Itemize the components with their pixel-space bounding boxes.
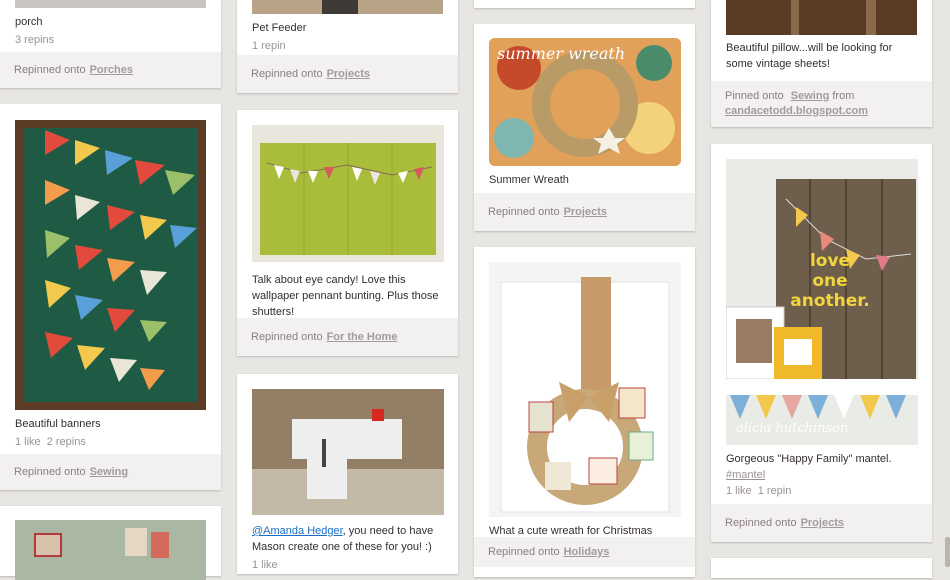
pin-action-text: Pinned onto xyxy=(725,90,784,102)
pin-action-text: Repinned onto xyxy=(725,517,797,529)
pin-pet-feeder[interactable]: Pet Feeder 1 repin Repinned onto Project… xyxy=(237,0,458,93)
board-link[interactable]: Sewing xyxy=(90,466,129,478)
pin-pillow-image[interactable] xyxy=(726,0,917,35)
repin-count: 3 repins xyxy=(15,34,55,46)
pin-action-text: Repinned onto xyxy=(488,546,560,558)
pin-banners[interactable]: Beautiful banners 1 like 2 repins Repinne… xyxy=(0,104,221,490)
board-link[interactable]: Porches xyxy=(90,64,133,76)
pin-footer: Repinned onto Projects xyxy=(237,55,458,93)
board-link[interactable]: Projects xyxy=(564,206,607,218)
pin-lego-image[interactable] xyxy=(252,389,444,515)
pin-banners-image[interactable] xyxy=(15,120,206,410)
board-link[interactable]: Sewing xyxy=(791,90,830,102)
pin-summer-wreath-image[interactable]: summer wreath xyxy=(489,38,681,166)
pin-action-text: Repinned onto xyxy=(14,466,86,478)
pin-description: Gorgeous "Happy Family" mantel. xyxy=(726,453,892,465)
pin-pet-feeder-image[interactable] xyxy=(252,0,443,14)
pin-footer: Repinned onto Projects xyxy=(474,193,695,231)
scrollbar-thumb[interactable] xyxy=(945,537,950,567)
pin-footer: Repinned onto Projects xyxy=(711,504,932,542)
source-link[interactable]: candacetodd.blogspot.com xyxy=(725,105,868,117)
pin-footer: Pinned onto Sewing from candacetodd.blog… xyxy=(711,81,932,127)
pin-action-text: Repinned onto xyxy=(488,206,560,218)
like-count: 1 like xyxy=(726,485,752,497)
pin-pillow[interactable]: Beautiful pillow...will be looking for s… xyxy=(711,0,932,127)
pin-mantel[interactable]: love one another. alicia hutchinson Gorg… xyxy=(711,144,932,542)
pin-summer-wreath-top[interactable] xyxy=(474,0,695,8)
pin-mantel-image[interactable]: love one another. alicia hutchinson xyxy=(726,159,918,445)
summer-wreath-overlay-text: summer wreath xyxy=(497,44,626,63)
scrollbar[interactable] xyxy=(945,0,950,567)
pin-shutters[interactable]: Talk about eye candy! Love this wallpape… xyxy=(237,110,458,356)
pin-action-text: Repinned onto xyxy=(14,64,86,76)
board-link[interactable]: Projects xyxy=(327,68,370,80)
pin-shutters-image[interactable] xyxy=(252,125,444,262)
pin-description: Beautiful pillow...will be looking for s… xyxy=(726,42,893,70)
repin-count: 1 repin xyxy=(252,40,286,52)
pin-action-text: Repinned onto xyxy=(251,331,323,343)
pin-lego[interactable]: @Amanda Hedger, you need to have Mason c… xyxy=(237,374,458,574)
pin-room-image[interactable] xyxy=(15,520,206,580)
mention-link[interactable]: @Amanda Hedger xyxy=(252,525,343,537)
pin-action-text: Repinned onto xyxy=(251,68,323,80)
pin-porch-image[interactable] xyxy=(15,0,206,8)
pin-description: Pet Feeder xyxy=(252,22,307,34)
board-link[interactable]: Holidays xyxy=(564,546,610,558)
sign-line-3: another. xyxy=(790,291,870,311)
pin-next[interactable] xyxy=(711,558,932,578)
pin-description: Beautiful banners xyxy=(15,418,101,430)
pin-description: Summer Wreath xyxy=(489,174,569,186)
pin-stats: 1 like xyxy=(252,558,444,572)
pin-footer: Repinned onto Holidays xyxy=(474,537,695,567)
sign-text: love one another. xyxy=(790,251,870,311)
source-from-text: from xyxy=(832,90,855,102)
board-link[interactable]: Projects xyxy=(801,517,844,529)
lego-photo xyxy=(252,389,444,515)
pin-footer: Repinned onto Porches xyxy=(0,52,221,88)
sign-line-2: one xyxy=(812,271,848,291)
pin-christmas-wreath[interactable]: What a cute wreath for Christmas Repinne… xyxy=(474,247,695,577)
hashtag-link[interactable]: #mantel xyxy=(726,469,892,481)
pin-porch[interactable]: porch 3 repins Repinned onto Porches xyxy=(0,0,221,88)
pin-footer: Repinned onto For the Home xyxy=(237,318,458,356)
pin-summer-wreath[interactable]: summer wreath Summer Wreath Repinned ont… xyxy=(474,24,695,231)
photo-watermark: alicia hutchinson xyxy=(736,421,849,436)
repin-count: 2 repins xyxy=(46,436,86,448)
room-photo xyxy=(15,520,206,580)
pin-stats: 1 like 2 repins xyxy=(15,435,101,449)
like-count: 1 like xyxy=(15,436,41,448)
repin-count: 1 repin xyxy=(757,485,792,497)
board-link[interactable]: For the Home xyxy=(327,331,398,343)
pin-stats: 1 like 1 repin xyxy=(726,484,892,498)
pin-description: Talk about eye candy! Love this wallpape… xyxy=(252,274,439,318)
pin-stats: 1 repin xyxy=(252,39,306,53)
shutters-photo xyxy=(252,125,444,262)
pin-footer: Repinned onto Sewing xyxy=(0,454,221,490)
pin-description: @Amanda Hedger, you need to have Mason c… xyxy=(252,523,444,555)
pin-room[interactable] xyxy=(0,506,221,580)
pin-christmas-wreath-image[interactable] xyxy=(489,262,681,517)
like-count: 1 like xyxy=(252,559,278,571)
sign-line-1: love xyxy=(809,251,851,271)
banners-photo xyxy=(23,128,198,402)
christmas-wreath-photo xyxy=(489,262,681,517)
pin-stats: 3 repins xyxy=(15,33,60,47)
pin-description: porch xyxy=(15,16,43,28)
